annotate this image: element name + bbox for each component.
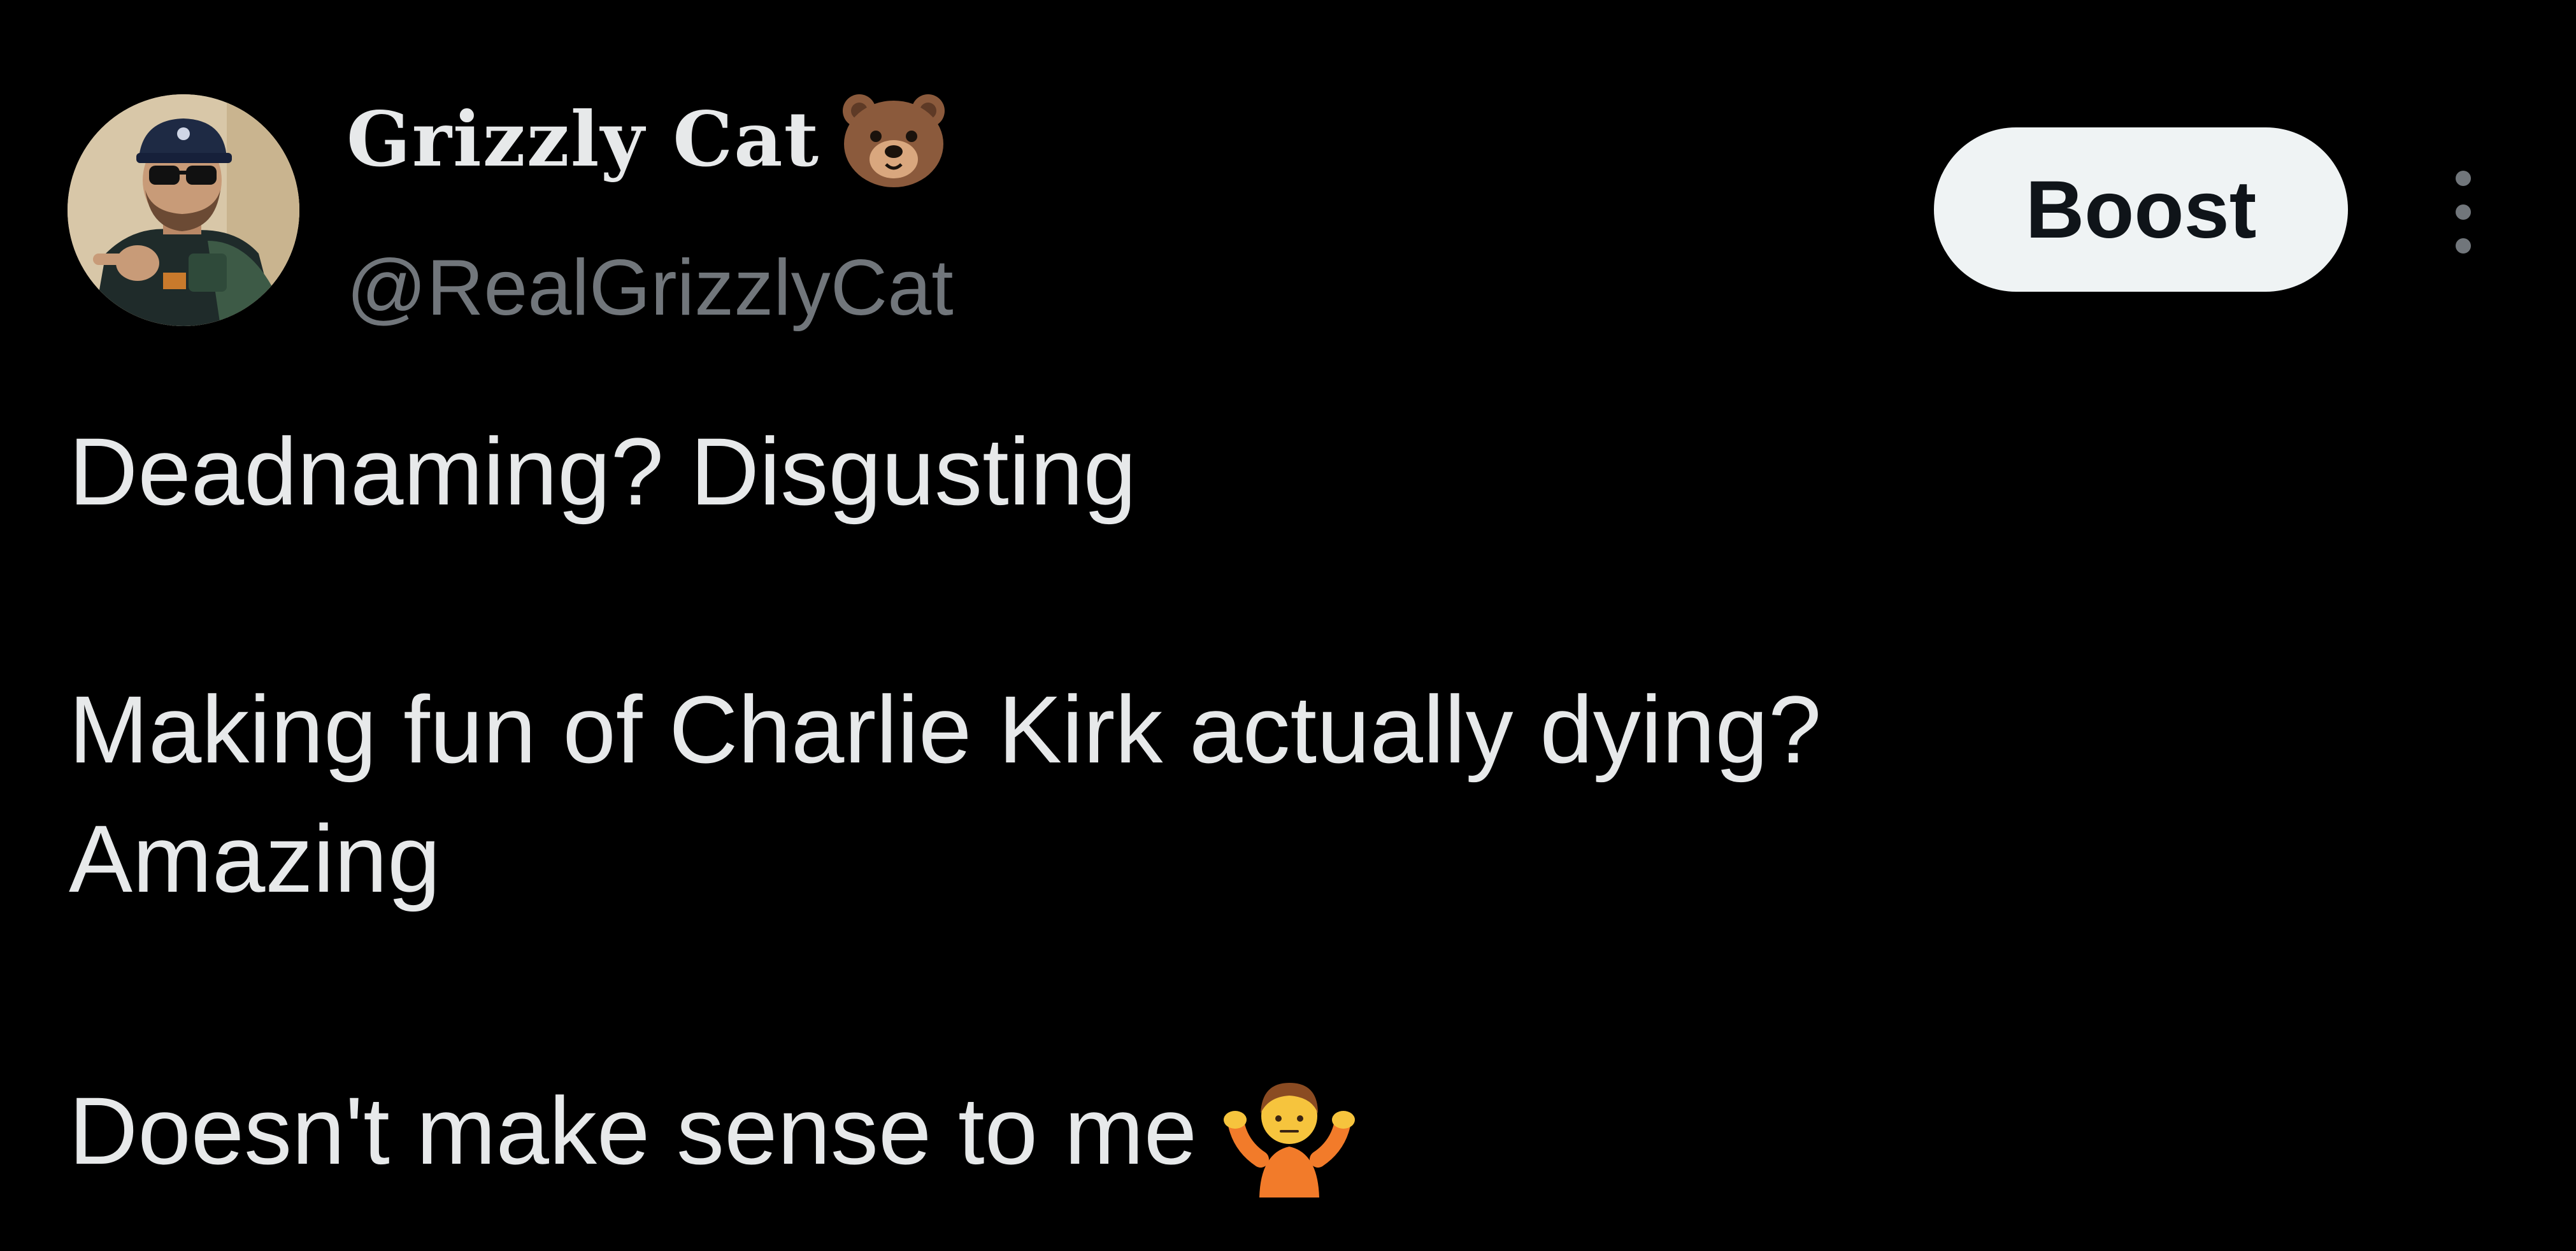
person-shrugging-emoji-icon <box>1224 1083 1356 1197</box>
display-name[interactable]: Grizzly Cat <box>347 95 820 183</box>
display-name-row: Grizzly Cat <box>347 88 950 190</box>
post-text-line: Deadnaming? Disgusting <box>69 418 1137 525</box>
post-text-line: Doesn't make sense to me <box>69 1077 1198 1184</box>
boost-button[interactable]: Boost <box>1934 127 2348 292</box>
more-options-icon[interactable] <box>2441 171 2486 254</box>
post-text-line-with-emoji: Doesn't make sense to me <box>69 1064 1356 1197</box>
handle[interactable]: @RealGrizzlyCat <box>347 248 954 327</box>
post-text-line: Making fun of Charlie Kirk actually dyin… <box>69 676 1822 783</box>
bear-face-emoji-icon <box>843 94 945 187</box>
avatar-image <box>68 94 299 326</box>
avatar[interactable] <box>68 94 299 326</box>
more-dot <box>2456 238 2471 254</box>
more-dot <box>2456 171 2471 186</box>
post-text-line: Amazing <box>69 805 441 912</box>
post: Grizzly Cat @RealGrizzlyCat Boost Deadna… <box>0 0 2576 1251</box>
more-dot <box>2456 204 2471 220</box>
